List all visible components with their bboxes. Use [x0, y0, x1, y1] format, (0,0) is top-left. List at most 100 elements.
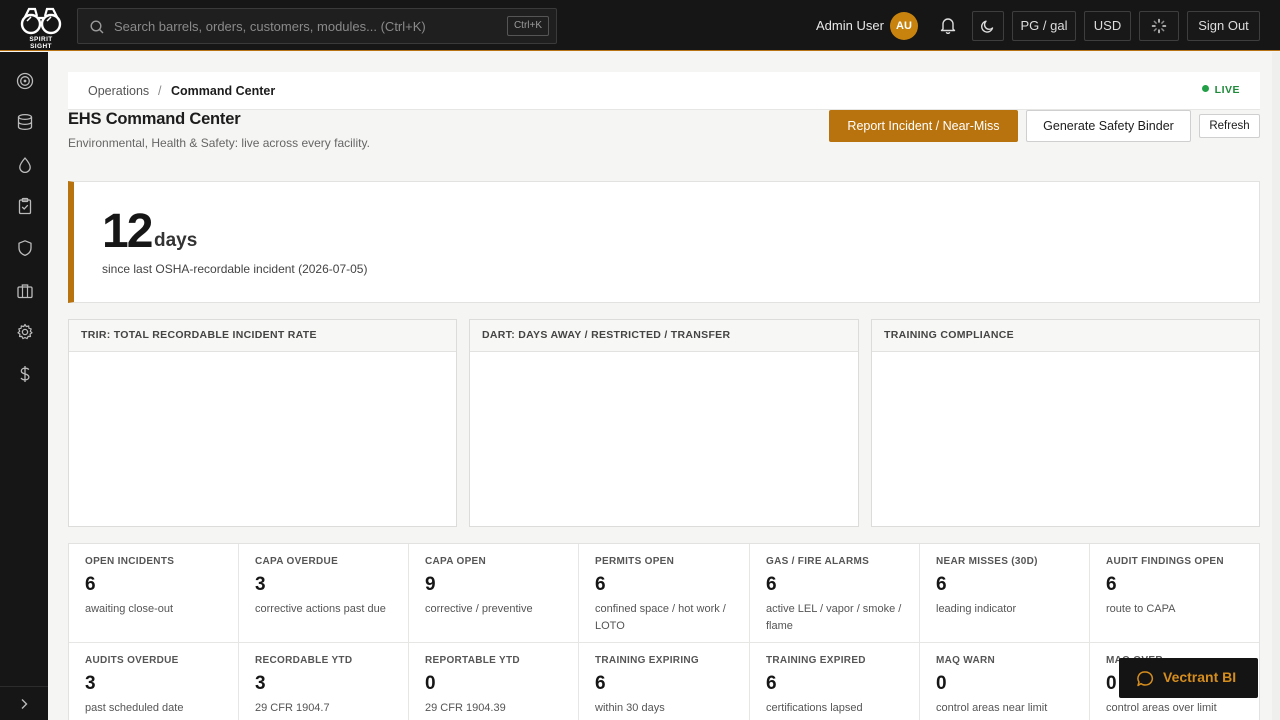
kpi-value: 3	[255, 673, 266, 694]
user-avatar[interactable]: AU	[890, 12, 918, 40]
kpi-value: 3	[255, 574, 266, 595]
app-logo[interactable]: SPIRIT SIGHT	[18, 6, 64, 50]
days-unit-label: days	[154, 230, 198, 251]
kpi-label: REPORTABLE YTD	[425, 655, 520, 666]
unit-toggle-button[interactable]: PG / gal	[1012, 11, 1076, 41]
kpi-label: MAQ WARN	[936, 655, 996, 666]
days-since-incident-caption: since last OSHA-recordable incident (202…	[102, 262, 368, 276]
database-icon[interactable]	[16, 113, 34, 131]
kpi-value: 6	[766, 574, 777, 595]
kpi-label: NEAR MISSES (30D)	[936, 556, 1038, 567]
refresh-button[interactable]: Refresh	[1199, 114, 1260, 138]
kpi-label: AUDIT FINDINGS OPEN	[1106, 556, 1224, 567]
kpi-value: 0	[936, 673, 947, 694]
kpi-card[interactable]: NEAR MISSES (30D) 6 leading indicator	[920, 544, 1090, 643]
page-title: EHS Command Center	[68, 110, 241, 128]
loading-spinner-icon	[1151, 18, 1167, 34]
trir-panel: TRIR: TOTAL RECORDABLE INCIDENT RATE	[68, 319, 457, 527]
kpi-card[interactable]: OPEN INCIDENTS 6 awaiting close-out	[69, 544, 239, 643]
shield-icon[interactable]	[16, 239, 34, 257]
kpi-grid: OPEN INCIDENTS 6 awaiting close-out CAPA…	[68, 543, 1260, 720]
search-input[interactable]	[114, 9, 494, 43]
sidebar-expand-button[interactable]	[0, 686, 48, 720]
kpi-card[interactable]: AUDIT FINDINGS OPEN 6 route to CAPA	[1090, 544, 1259, 643]
kpi-value: 6	[766, 673, 777, 694]
live-dot-icon	[1201, 85, 1209, 92]
days-since-incident-value: 12	[102, 205, 153, 258]
chat-bubble-icon	[1137, 671, 1154, 687]
kpi-label: PERMITS OPEN	[595, 556, 675, 567]
binoculars-icon	[20, 7, 62, 35]
kpi-label: TRAINING EXPIRED	[766, 655, 866, 666]
kpi-card[interactable]: PERMITS OPEN 6 confined space / hot work…	[579, 544, 750, 643]
page-scrollbar[interactable]	[1272, 52, 1280, 720]
kpi-value: 0	[425, 673, 436, 694]
dollar-icon[interactable]	[16, 365, 34, 383]
briefcase-icon[interactable]	[16, 282, 34, 300]
dart-panel: DART: DAYS AWAY / RESTRICTED / TRANSFER	[469, 319, 859, 527]
kpi-caption: within 30 days	[595, 702, 665, 714]
global-search[interactable]: Ctrl+K	[77, 8, 557, 44]
kpi-card[interactable]: GAS / FIRE ALARMS 6 active LEL / vapor /…	[750, 544, 920, 643]
kpi-card[interactable]: RECORDABLE YTD 3 29 CFR 1904.7	[239, 643, 409, 720]
live-status-label: LIVE	[1214, 84, 1240, 96]
kpi-card[interactable]: MAQ WARN 0 control areas near limit	[920, 643, 1090, 720]
breadcrumb: Operations / Command Center LIVE	[68, 72, 1260, 110]
kpi-caption: 29 CFR 1904.7	[255, 702, 330, 714]
kpi-card[interactable]: REPORTABLE YTD 0 29 CFR 1904.39	[409, 643, 579, 720]
kpi-card[interactable]: CAPA OPEN 9 corrective / preventive	[409, 544, 579, 643]
kpi-label: RECORDABLE YTD	[255, 655, 353, 666]
kpi-card[interactable]: TRAINING EXPIRING 6 within 30 days	[579, 643, 750, 720]
training-compliance-panel: TRAINING COMPLIANCE	[871, 319, 1260, 527]
notifications-bell-icon[interactable]	[939, 16, 957, 34]
clipboard-check-icon[interactable]	[16, 197, 34, 215]
sidebar	[0, 52, 48, 720]
kpi-caption: past scheduled date	[85, 702, 184, 714]
search-shortcut-hint: Ctrl+K	[506, 16, 549, 36]
kpi-value: 6	[595, 574, 606, 595]
dart-panel-title: DART: DAYS AWAY / RESTRICTED / TRANSFER	[470, 320, 858, 352]
kpi-caption: corrective / preventive	[425, 603, 533, 615]
sign-out-button[interactable]: Sign Out	[1187, 11, 1260, 41]
kpi-caption: certifications lapsed	[766, 702, 863, 714]
kpi-label: GAS / FIRE ALARMS	[766, 556, 870, 567]
kpi-card[interactable]: TRAINING EXPIRED 6 certifications lapsed	[750, 643, 920, 720]
generate-safety-binder-button[interactable]: Generate Safety Binder	[1026, 110, 1191, 142]
theme-toggle-button[interactable]	[972, 11, 1004, 41]
kpi-caption: active LEL / vapor / smoke / flame	[766, 603, 902, 632]
user-name[interactable]: Admin User	[816, 18, 884, 33]
live-status-badge: LIVE	[1201, 84, 1240, 96]
kpi-caption: leading indicator	[936, 603, 1017, 615]
sync-status-button[interactable]	[1139, 11, 1179, 41]
droplet-icon[interactable]	[16, 156, 34, 174]
currency-button[interactable]: USD	[1084, 11, 1131, 41]
kpi-label: OPEN INCIDENTS	[85, 556, 175, 567]
vectrant-bi-assistant-button[interactable]: Vectrant BI	[1119, 658, 1258, 698]
search-icon	[90, 20, 104, 34]
kpi-value: 0	[1106, 673, 1117, 694]
kpi-card[interactable]: CAPA OVERDUE 3 corrective actions past d…	[239, 544, 409, 643]
kpi-card[interactable]: AUDITS OVERDUE 3 past scheduled date	[69, 643, 239, 720]
breadcrumb-current: Command Center	[171, 84, 276, 98]
gear-icon[interactable]	[16, 323, 34, 341]
logo-text: SPIRIT SIGHT	[29, 36, 53, 50]
kpi-value: 6	[85, 574, 96, 595]
kpi-label: CAPA OPEN	[425, 556, 487, 567]
top-bar: SPIRIT SIGHT Ctrl+K Admin User AU PG / g…	[0, 0, 1280, 51]
report-incident-button[interactable]: Report Incident / Near-Miss	[829, 110, 1018, 142]
trir-panel-title: TRIR: TOTAL RECORDABLE INCIDENT RATE	[69, 320, 456, 352]
kpi-caption: control areas over limit	[1106, 702, 1217, 714]
training-compliance-panel-title: TRAINING COMPLIANCE	[872, 320, 1259, 352]
chevron-right-icon	[21, 699, 28, 709]
kpi-label: TRAINING EXPIRING	[595, 655, 699, 666]
kpi-caption: awaiting close-out	[85, 603, 174, 615]
kpi-label: CAPA OVERDUE	[255, 556, 339, 567]
kpi-value: 9	[425, 574, 436, 595]
breadcrumb-operations-link[interactable]: Operations	[88, 84, 149, 98]
target-icon[interactable]	[16, 72, 34, 90]
kpi-label: AUDITS OVERDUE	[85, 655, 179, 666]
moon-icon	[981, 20, 994, 33]
kpi-caption: corrective actions past due	[255, 603, 386, 615]
kpi-caption: 29 CFR 1904.39	[425, 702, 506, 714]
kpi-value: 6	[936, 574, 947, 595]
